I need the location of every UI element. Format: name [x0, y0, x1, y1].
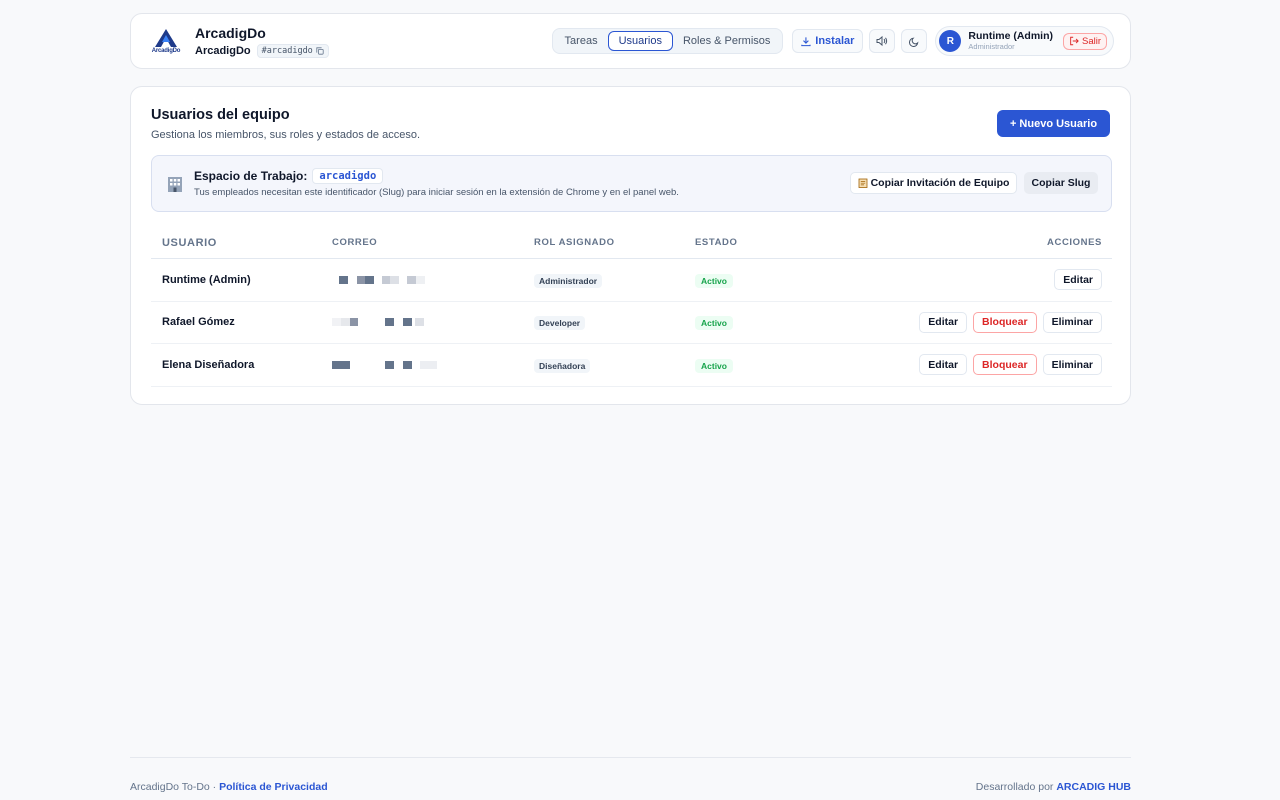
logout-button[interactable]: Salir: [1062, 32, 1107, 50]
table-row: Runtime (Admin) Administrador Activo Edi…: [151, 259, 1112, 302]
role-badge: Administrador: [534, 273, 603, 288]
row-email-redacted: [332, 360, 534, 370]
header-slug-chip[interactable]: #arcadigdo: [256, 43, 329, 58]
copy-invite-button[interactable]: Copiar Invitación de Equipo: [850, 172, 1017, 194]
edit-button[interactable]: Editar: [919, 311, 968, 333]
sound-toggle-button[interactable]: [869, 29, 896, 53]
status-badge: Activo: [695, 273, 733, 288]
row-user: Rafael Gómez: [162, 316, 235, 329]
users-table: USUARIO CORREO ROL ASIGNADO ESTADO ACCIO…: [151, 227, 1112, 387]
redacted-email: [332, 275, 534, 285]
logo-wordmark: ArcadigDo: [151, 47, 181, 54]
page-description: Gestiona los miembros, sus roles y estad…: [151, 129, 421, 141]
status-badge: Activo: [695, 316, 733, 331]
arcadig-hub-link[interactable]: ARCADIG HUB: [1056, 781, 1131, 793]
copy-icon: [316, 46, 324, 55]
avatar: R: [939, 30, 962, 52]
footer-left: ArcadigDo To-Do · Política de Privacidad: [130, 781, 328, 793]
copy-slug-button[interactable]: Copiar Slug: [1024, 172, 1098, 194]
app-title: ArcadigDo: [195, 24, 266, 41]
clipboard-icon: [858, 178, 867, 188]
privacy-policy-link[interactable]: Política de Privacidad: [219, 781, 328, 793]
column-header-user: USUARIO: [162, 236, 217, 249]
download-icon: [801, 36, 811, 46]
copy-invite-label: Copiar Invitación de Equipo: [870, 177, 1010, 189]
role-badge: Developer: [534, 316, 586, 331]
footer-divider: [130, 757, 1131, 758]
block-button[interactable]: Bloquear: [973, 311, 1037, 333]
header-slug: #arcadigdo: [261, 45, 313, 56]
workspace-title: Espacio de Trabajo: arcadigdo: [194, 168, 384, 184]
logo-mark-icon: [155, 28, 177, 47]
app-logo: ArcadigDo: [147, 28, 185, 54]
row-user: Elena Diseñadora: [162, 358, 255, 371]
edit-button[interactable]: Editar: [919, 354, 968, 376]
row-actions: Editar Bloquear Eliminar: [845, 311, 1112, 333]
status-badge: Activo: [695, 358, 733, 373]
row-email-redacted: [332, 317, 534, 327]
row-actions: Editar: [845, 269, 1112, 291]
tab-tareas[interactable]: Tareas: [555, 31, 608, 51]
moon-icon: [908, 37, 919, 47]
workspace-panel: Espacio de Trabajo: arcadigdo Tus emplea…: [151, 155, 1112, 212]
users-card: Usuarios del equipo Gestiona los miembro…: [130, 86, 1131, 405]
row-actions: Editar Bloquear Eliminar: [845, 354, 1112, 376]
new-user-button[interactable]: + Nuevo Usuario: [997, 110, 1110, 137]
user-role: Administrador: [968, 42, 1015, 51]
delete-button[interactable]: Eliminar: [1042, 354, 1102, 376]
edit-button[interactable]: Editar: [1054, 269, 1102, 291]
column-header-actions: ACCIONES: [1047, 237, 1102, 248]
workspace-description: Tus empleados necesitan este identificad…: [194, 187, 679, 198]
install-label: Instalar: [815, 35, 855, 47]
building-icon: [168, 177, 182, 192]
brand: ArcadigDo ArcadigDo #arcadigdo: [195, 25, 329, 58]
brand-subtitle: ArcadigDo #arcadigdo: [195, 43, 329, 58]
role-badge: Diseñadora: [534, 358, 591, 373]
user-name: Runtime (Admin): [968, 30, 1053, 42]
speaker-icon: [876, 35, 888, 47]
footer-credit-text: Desarrollado por: [975, 781, 1057, 793]
workspace-name: ArcadigDo: [195, 44, 251, 57]
redacted-email: [332, 317, 534, 327]
main-nav: Tareas Usuarios Roles & Permisos: [551, 28, 784, 54]
footer-app-text: ArcadigDo To-Do ·: [130, 781, 220, 793]
workspace-label: Espacio de Trabajo:: [194, 169, 308, 183]
column-header-email: CORREO: [332, 237, 378, 248]
column-header-state: ESTADO: [695, 237, 738, 248]
install-button[interactable]: Instalar: [792, 29, 864, 53]
row-email-redacted: [332, 275, 534, 285]
page-title: Usuarios del equipo: [151, 107, 290, 123]
app-header: ArcadigDo ArcadigDo ArcadigDo #arcadigdo…: [130, 13, 1131, 69]
user-menu[interactable]: R Runtime (Admin) Administrador Salir: [935, 26, 1114, 56]
redacted-email: [332, 360, 534, 370]
table-row: Elena Diseñadora Diseñadora Activo Edita…: [151, 344, 1112, 387]
theme-toggle-button[interactable]: [901, 29, 928, 53]
tab-roles-permisos[interactable]: Roles & Permisos: [673, 31, 780, 51]
column-header-role: ROL ASIGNADO: [534, 237, 615, 248]
logout-icon: [1070, 36, 1079, 46]
workspace-slug: arcadigdo: [312, 168, 384, 184]
table-row: Rafael Gómez Developer Activo Editar Blo…: [151, 302, 1112, 344]
user-info: Runtime (Admin) Administrador: [968, 30, 1053, 52]
footer-right: Desarrollado por ARCADIG HUB: [976, 781, 1131, 793]
row-user: Runtime (Admin): [162, 273, 251, 286]
logout-label: Salir: [1081, 35, 1101, 47]
delete-button[interactable]: Eliminar: [1042, 311, 1102, 333]
block-button[interactable]: Bloquear: [973, 354, 1037, 376]
table-header: USUARIO CORREO ROL ASIGNADO ESTADO ACCIO…: [151, 227, 1112, 259]
tab-usuarios[interactable]: Usuarios: [607, 31, 673, 51]
